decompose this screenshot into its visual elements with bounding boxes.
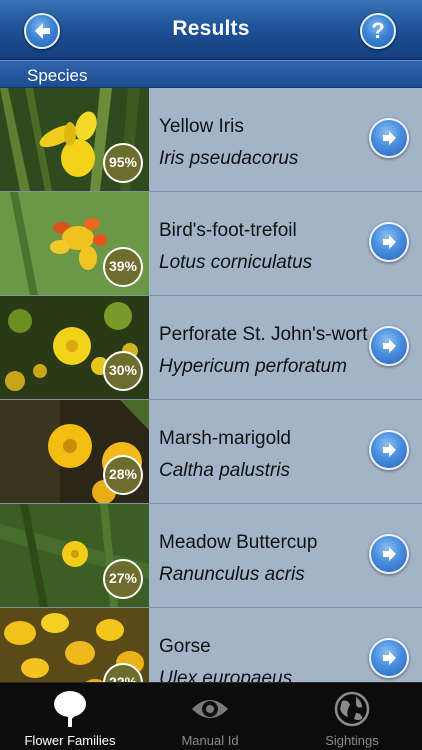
common-name: Gorse	[159, 636, 211, 657]
common-name: Perforate St. John's-wort	[159, 324, 368, 345]
detail-button[interactable]	[369, 118, 409, 158]
list-item[interactable]: 30% Perforate St. John's-wort Hypericum …	[0, 296, 422, 400]
match-percentage-badge: 30%	[103, 351, 143, 391]
list-item[interactable]: 95% Yellow Iris Iris pseudacorus	[0, 88, 422, 192]
common-name: Yellow Iris	[159, 116, 244, 137]
tab-manual-id[interactable]: Manual Id	[140, 683, 280, 750]
tab-label: Flower Families	[24, 733, 116, 748]
scientific-name: Ranunculus acris	[159, 564, 305, 585]
chevron-right-icon	[383, 131, 396, 145]
list-item[interactable]: 22% Gorse Ulex europaeus	[0, 608, 422, 682]
tab-bar: Flower Families Manual Id Sightings	[0, 682, 422, 750]
globe-icon	[334, 691, 370, 727]
match-percentage-badge: 28%	[103, 455, 143, 495]
detail-button[interactable]	[369, 222, 409, 262]
list-item[interactable]: 27% Meadow Buttercup Ranunculus acris	[0, 504, 422, 608]
section-header: Species	[0, 60, 422, 88]
page-title: Results	[172, 17, 250, 40]
chevron-right-icon	[383, 443, 396, 457]
match-percentage-badge: 39%	[103, 247, 143, 287]
scientific-name: Lotus corniculatus	[159, 252, 313, 273]
section-title: Species	[27, 66, 88, 85]
detail-button[interactable]	[369, 534, 409, 574]
chevron-right-icon	[383, 339, 396, 353]
detail-button[interactable]	[369, 326, 409, 366]
match-percentage-badge: 27%	[103, 559, 143, 599]
chevron-right-icon	[383, 235, 396, 249]
scientific-name: Caltha palustris	[159, 460, 290, 481]
chevron-right-icon	[383, 651, 396, 665]
results-list[interactable]: 95% Yellow Iris Iris pseudacorus 39% Bir…	[0, 88, 422, 682]
detail-button[interactable]	[369, 638, 409, 678]
scientific-name: Hypericum perforatum	[159, 356, 347, 377]
scientific-name: Ulex europaeus	[159, 668, 293, 682]
list-item[interactable]: 39% Bird's-foot-trefoil Lotus corniculat…	[0, 192, 422, 296]
tab-label: Sightings	[325, 733, 379, 748]
common-name: Marsh-marigold	[159, 428, 291, 449]
scientific-name: Iris pseudacorus	[159, 148, 299, 169]
nav-bar: Results ?	[0, 0, 422, 60]
match-percentage-badge: 95%	[103, 143, 143, 183]
tab-label: Manual Id	[181, 733, 239, 748]
common-name: Bird's-foot-trefoil	[159, 220, 297, 241]
common-name: Meadow Buttercup	[159, 532, 318, 553]
list-item[interactable]: 28% Marsh-marigold Caltha palustris	[0, 400, 422, 504]
tab-flower-families[interactable]: Flower Families	[0, 683, 140, 750]
chevron-right-icon	[383, 547, 396, 561]
eye-icon	[192, 700, 228, 718]
detail-button[interactable]	[369, 430, 409, 470]
tree-icon	[54, 691, 86, 727]
tab-sightings[interactable]: Sightings	[282, 683, 422, 750]
help-button[interactable]: ?	[360, 13, 396, 49]
